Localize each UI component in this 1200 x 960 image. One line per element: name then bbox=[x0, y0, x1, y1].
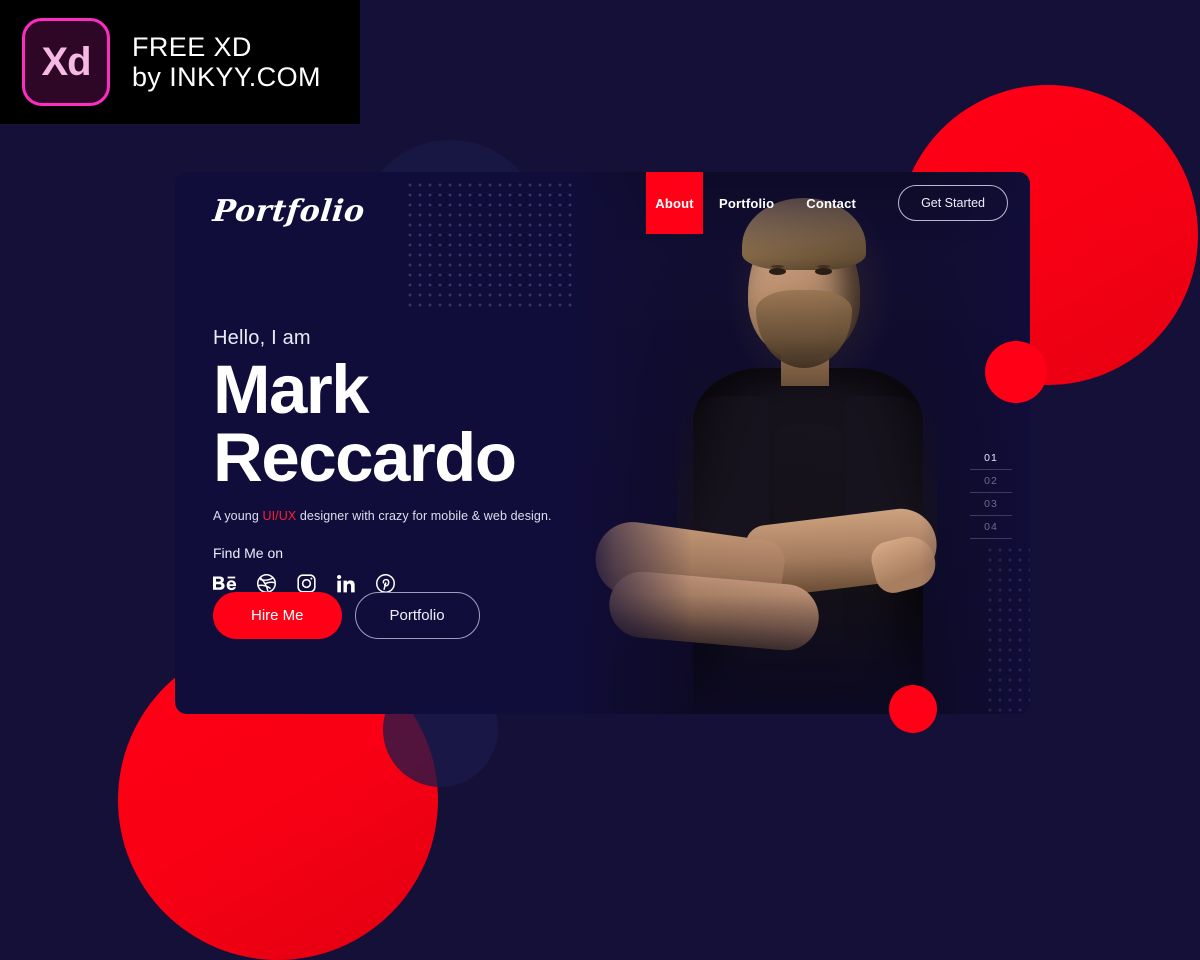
site-logo[interactable]: Portfolio bbox=[211, 194, 366, 229]
decorative-red-dot-right bbox=[985, 341, 1047, 403]
get-started-button[interactable]: Get Started bbox=[898, 185, 1008, 221]
tagline-highlight: UI/UX bbox=[262, 509, 297, 524]
behance-icon[interactable] bbox=[213, 575, 237, 593]
hero-cta-group: Hire Me Portfolio bbox=[213, 592, 480, 639]
watermark-text: FREE XD by INKYY.COM bbox=[132, 32, 321, 92]
pager-number: 02 bbox=[984, 475, 998, 487]
free-xd-watermark: Xd FREE XD by INKYY.COM bbox=[0, 0, 360, 124]
hero-name-first: Mark bbox=[213, 351, 370, 428]
nav-item-about[interactable]: About bbox=[646, 172, 704, 234]
pager-number: 01 bbox=[984, 452, 998, 464]
hero-tagline: A young UI/UX designer with crazy for mo… bbox=[213, 509, 603, 523]
hero-name: Mark Reccardo bbox=[213, 355, 603, 492]
pager-divider bbox=[970, 538, 1012, 539]
portrait-vignette bbox=[573, 172, 1030, 714]
hero-greeting: Hello, I am bbox=[213, 327, 311, 349]
hero-content: Hello, I am Mark Reccardo A young UI/UX … bbox=[213, 327, 603, 594]
decorative-red-dot-bottom bbox=[889, 685, 937, 733]
nav-item-portfolio[interactable]: Portfolio bbox=[703, 172, 790, 234]
main-navigation: About Portfolio Contact Get Started bbox=[646, 172, 1022, 234]
watermark-line-2: by INKYY.COM bbox=[132, 62, 321, 92]
hire-me-button[interactable]: Hire Me bbox=[213, 592, 342, 639]
slide-pagination: 01 02 03 04 bbox=[970, 447, 1012, 539]
pager-item-03[interactable]: 03 bbox=[970, 493, 1012, 516]
linkedin-icon[interactable] bbox=[336, 574, 356, 594]
pager-number: 04 bbox=[984, 521, 998, 533]
portrait-photo bbox=[573, 172, 1030, 714]
hero-name-last: Reccardo bbox=[213, 418, 517, 496]
nav-item-contact[interactable]: Contact bbox=[790, 172, 872, 234]
pager-number: 03 bbox=[984, 498, 998, 510]
tagline-before: A young bbox=[213, 509, 263, 524]
portfolio-button[interactable]: Portfolio bbox=[354, 592, 480, 639]
find-me-label: Find Me on bbox=[213, 545, 284, 562]
tagline-after: designer with crazy for mobile & web des… bbox=[296, 509, 552, 524]
pager-item-02[interactable]: 02 bbox=[970, 470, 1012, 493]
watermark-line-1: FREE XD bbox=[132, 31, 252, 62]
hero-card: Portfolio About Portfolio Contact Get St… bbox=[175, 172, 1030, 714]
pager-item-04[interactable]: 04 bbox=[970, 516, 1012, 539]
dot-grid-pattern-bottom bbox=[985, 545, 1030, 714]
pager-item-01[interactable]: 01 bbox=[970, 447, 1012, 470]
adobe-xd-icon: Xd bbox=[22, 18, 110, 106]
